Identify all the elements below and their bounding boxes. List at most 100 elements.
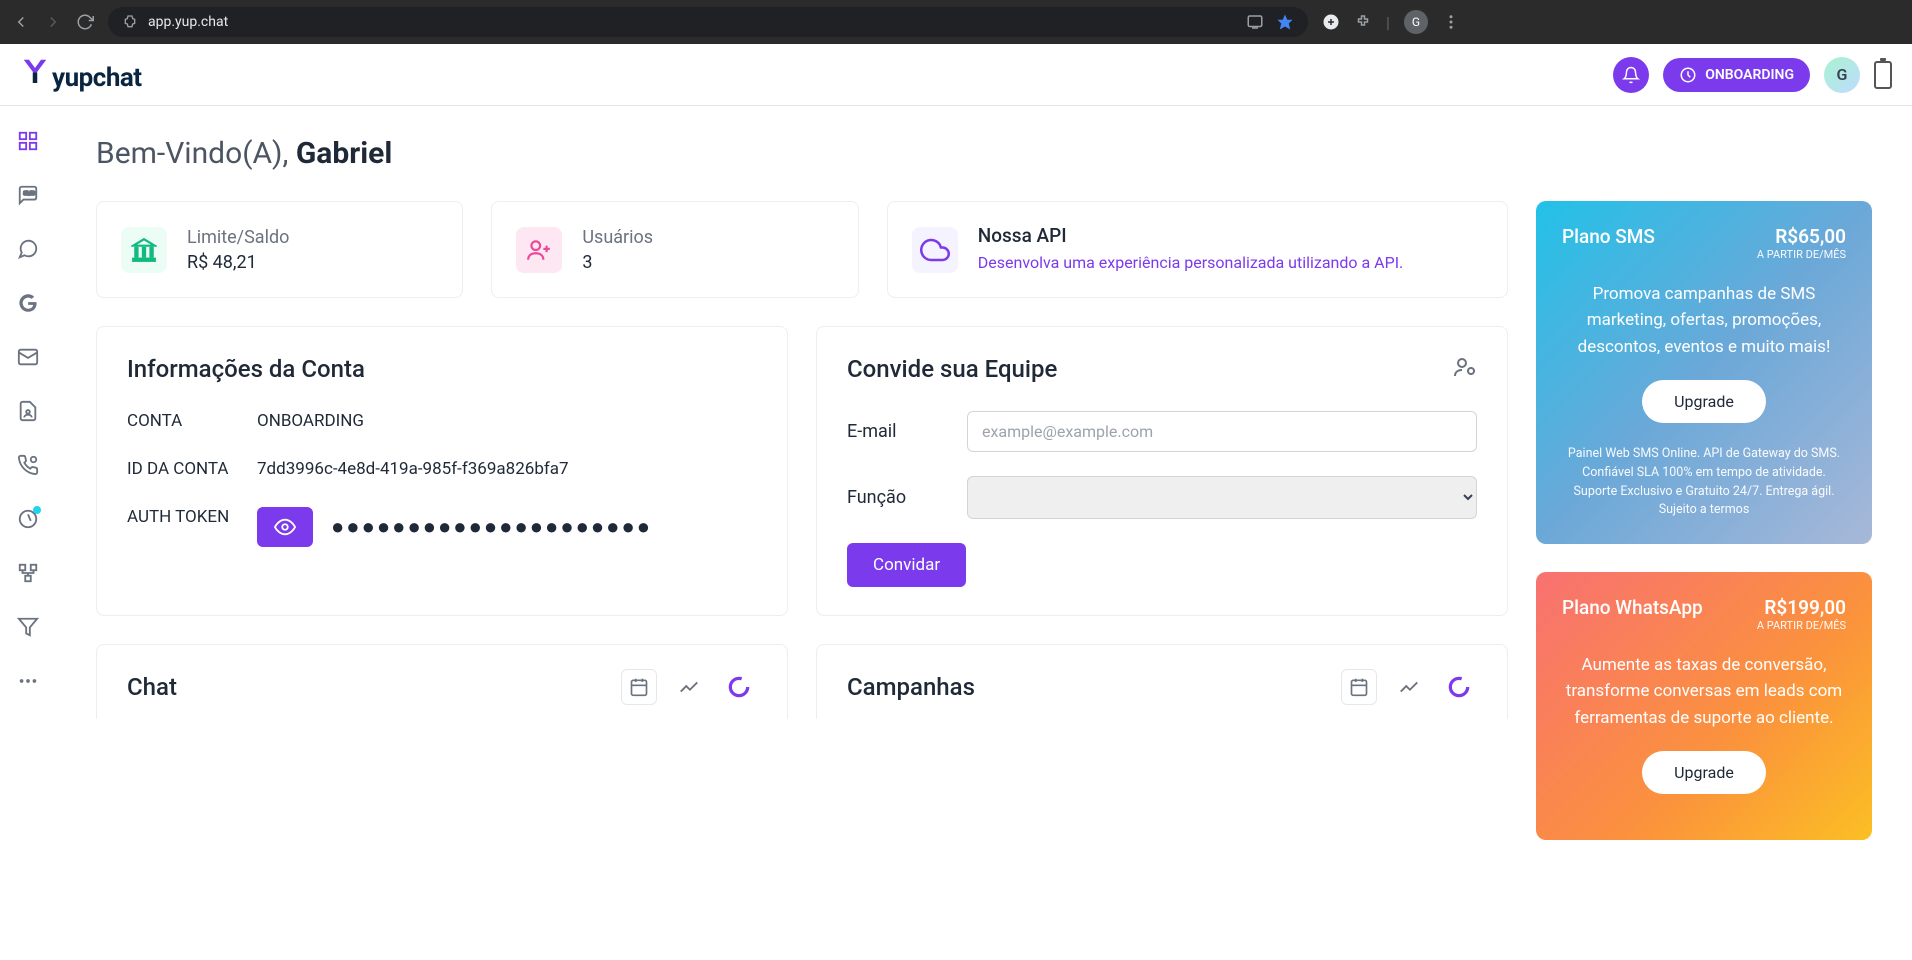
plan-wa-per: A PARTIR DE/MÊS xyxy=(1757,619,1846,632)
browser-profile-avatar[interactable]: G xyxy=(1404,10,1428,34)
flow-icon xyxy=(17,562,39,584)
eye-icon xyxy=(274,516,296,538)
plan-sms-desc: Promova campanhas de SMS marketing, ofer… xyxy=(1562,281,1846,360)
stat-card-users[interactable]: Usuários 3 xyxy=(491,201,858,298)
plan-card-sms: Plano SMS R$65,00 A PARTIR DE/MÊS Promov… xyxy=(1536,201,1872,544)
welcome-username: Gabriel xyxy=(296,136,392,171)
onboarding-label: ONBOARDING xyxy=(1705,67,1794,83)
more-horizontal-icon xyxy=(17,670,39,692)
welcome-heading: Bem-Vindo(A), Gabriel xyxy=(96,136,1872,171)
plan-wa-price: R$199,00 xyxy=(1757,596,1846,619)
line-chart-icon xyxy=(678,676,700,698)
donut-chart-icon xyxy=(1446,674,1472,700)
plan-sms-upgrade-button[interactable]: Upgrade xyxy=(1642,380,1766,423)
sidebar-item-email[interactable] xyxy=(17,346,39,368)
sidebar-item-more[interactable] xyxy=(17,670,39,692)
sidebar: SMS xyxy=(0,106,56,960)
sidebar-item-contacts[interactable] xyxy=(17,400,39,422)
sidebar-item-integrations[interactable] xyxy=(17,562,39,584)
users-value: 3 xyxy=(582,252,653,273)
users-icon xyxy=(516,227,562,273)
campaigns-donut-chart-button[interactable] xyxy=(1441,669,1477,705)
chat-donut-chart-button[interactable] xyxy=(721,669,757,705)
campaigns-panel-title: Campanhas xyxy=(847,673,975,701)
chat-chart-panel: Chat xyxy=(96,644,788,719)
welcome-prefix: Bem-Vindo(A), xyxy=(96,136,296,171)
users-label: Usuários xyxy=(582,227,653,248)
campaigns-chart-panel: Campanhas xyxy=(816,644,1508,719)
donut-chart-icon xyxy=(726,674,752,700)
calendar-icon xyxy=(629,677,649,697)
team-settings-icon[interactable] xyxy=(1453,355,1477,379)
browser-url: app.yup.chat xyxy=(148,14,228,30)
browser-reload-icon[interactable] xyxy=(76,13,94,31)
sidebar-item-filter[interactable] xyxy=(17,616,39,638)
account-id-label: ID DA CONTA xyxy=(127,459,257,479)
browser-right-icons: | G xyxy=(1322,10,1460,34)
browser-menu-icon[interactable] xyxy=(1442,13,1460,31)
new-tab-icon[interactable] xyxy=(1322,13,1340,31)
sidebar-item-whatsapp[interactable] xyxy=(17,238,39,260)
notification-dot-icon xyxy=(33,506,41,514)
sidebar-item-voice[interactable] xyxy=(17,454,39,476)
chat-calendar-button[interactable] xyxy=(621,669,657,705)
sidebar-item-google[interactable] xyxy=(17,292,39,314)
account-label: CONTA xyxy=(127,411,257,431)
sidebar-item-analytics[interactable] xyxy=(17,508,39,530)
bank-icon xyxy=(121,227,167,273)
balance-label: Limite/Saldo xyxy=(187,227,289,248)
app-header: yupchat ONBOARDING G xyxy=(0,44,1912,106)
notifications-button[interactable] xyxy=(1613,57,1649,93)
plan-wa-desc: Aumente as taxas de conversão, transform… xyxy=(1562,652,1846,731)
sms-icon: SMS xyxy=(17,184,39,206)
bookmark-star-icon[interactable] xyxy=(1276,13,1294,31)
battery-icon xyxy=(1874,61,1892,89)
line-chart-icon xyxy=(1398,676,1420,698)
sidebar-item-dashboard[interactable] xyxy=(17,130,39,152)
api-description: Desenvolva uma experiência personalizada… xyxy=(978,251,1404,275)
stat-card-balance[interactable]: Limite/Saldo R$ 48,21 xyxy=(96,201,463,298)
cloud-icon xyxy=(912,227,958,273)
main-content: Bem-Vindo(A), Gabriel Limite/Saldo R$ 48… xyxy=(56,106,1912,960)
auth-token-label: AUTH TOKEN xyxy=(127,507,257,527)
invite-title: Convide sua Equipe xyxy=(847,355,1057,383)
reveal-token-button[interactable] xyxy=(257,507,313,547)
plan-sms-fineprint: Painel Web SMS Online. API de Gateway do… xyxy=(1562,445,1846,520)
campaigns-calendar-button[interactable] xyxy=(1341,669,1377,705)
auth-token-masked: ●●●●●●●●●●●●●●●●●●●●● xyxy=(331,514,652,540)
browser-address-bar[interactable]: app.yup.chat xyxy=(108,7,1308,37)
plan-sms-per: A PARTIR DE/MÊS xyxy=(1757,248,1846,261)
app-logo[interactable]: yupchat xyxy=(20,56,142,93)
invite-team-panel: Convide sua Equipe E-mail Função xyxy=(816,326,1508,616)
logo-text: yupchat xyxy=(52,63,142,93)
plan-card-whatsapp: Plano WhatsApp R$199,00 A PARTIR DE/MÊS … xyxy=(1536,572,1872,840)
plan-wa-name: Plano WhatsApp xyxy=(1562,596,1703,632)
phone-settings-icon xyxy=(17,454,39,476)
role-label: Função xyxy=(847,487,947,508)
browser-forward-icon[interactable] xyxy=(44,13,62,31)
chat-panel-title: Chat xyxy=(127,673,177,701)
install-app-icon[interactable] xyxy=(1246,13,1264,31)
site-settings-icon xyxy=(122,14,138,30)
extensions-icon[interactable] xyxy=(1354,13,1372,31)
chat-line-chart-button[interactable] xyxy=(671,669,707,705)
invite-submit-button[interactable]: Convidar xyxy=(847,543,966,587)
campaigns-line-chart-button[interactable] xyxy=(1391,669,1427,705)
grid-icon xyxy=(17,130,39,152)
balance-value: R$ 48,21 xyxy=(187,252,289,273)
onboarding-button[interactable]: ONBOARDING xyxy=(1663,58,1810,92)
sidebar-item-sms[interactable]: SMS xyxy=(17,184,39,206)
whatsapp-icon xyxy=(17,238,39,260)
calendar-icon xyxy=(1349,677,1369,697)
stat-card-api[interactable]: Nossa API Desenvolva uma experiência per… xyxy=(887,201,1508,298)
plan-wa-upgrade-button[interactable]: Upgrade xyxy=(1642,751,1766,794)
user-avatar[interactable]: G xyxy=(1824,57,1860,93)
email-input[interactable] xyxy=(967,411,1477,452)
account-value: ONBOARDING xyxy=(257,411,364,431)
role-select[interactable] xyxy=(967,476,1477,519)
plan-sms-name: Plano SMS xyxy=(1562,225,1655,261)
browser-back-icon[interactable] xyxy=(12,13,30,31)
gauge-icon xyxy=(1679,66,1697,84)
account-id-value: 7dd3996c-4e8d-419a-985f-f369a826bfa7 xyxy=(257,459,569,479)
account-info-panel: Informações da Conta CONTA ONBOARDING ID… xyxy=(96,326,788,616)
